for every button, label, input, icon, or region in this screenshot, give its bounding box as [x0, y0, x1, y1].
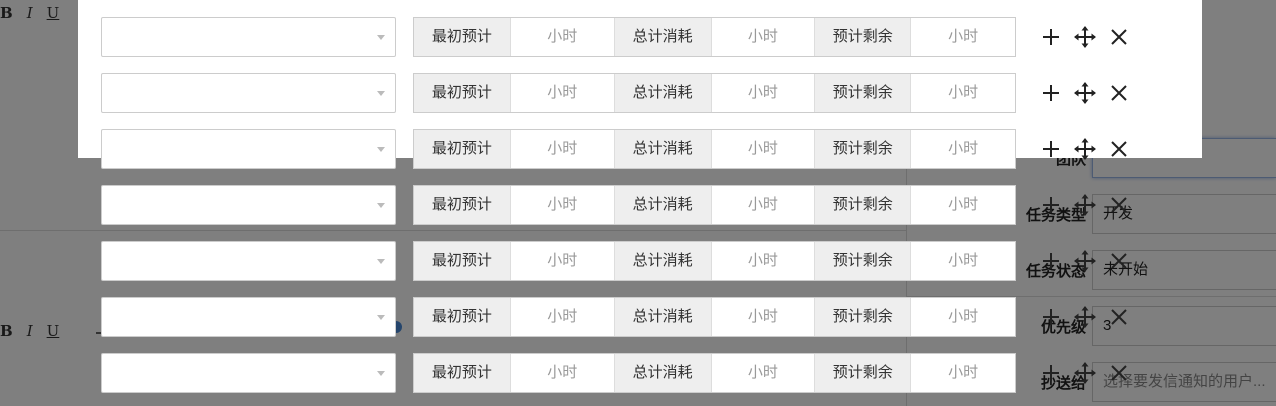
module-select[interactable] — [101, 353, 396, 393]
plus-icon[interactable] — [1038, 304, 1064, 330]
hours-input-group: 最初预计 小时 总计消耗 小时 预计剩余 小时 — [413, 185, 1016, 225]
remaining-label: 预计剩余 — [815, 130, 912, 168]
remaining-label: 预计剩余 — [815, 186, 912, 224]
consumed-input[interactable]: 小时 — [712, 130, 816, 168]
caret-down-icon — [377, 371, 385, 376]
task-row: 最初预计 小时 总计消耗 小时 预计剩余 小时 — [101, 129, 1161, 169]
close-icon[interactable] — [1106, 192, 1132, 218]
caret-down-icon — [377, 315, 385, 320]
row-actions — [1038, 136, 1132, 162]
move-icon[interactable] — [1072, 136, 1098, 162]
close-icon[interactable] — [1106, 304, 1132, 330]
consumed-label: 总计消耗 — [614, 298, 712, 336]
consumed-input[interactable]: 小时 — [712, 74, 816, 112]
row-actions — [1038, 192, 1132, 218]
initial-estimate-label: 最初预计 — [414, 186, 511, 224]
plus-icon[interactable] — [1038, 24, 1064, 50]
consumed-label: 总计消耗 — [614, 354, 712, 392]
task-row: 最初预计 小时 总计消耗 小时 预计剩余 小时 — [101, 185, 1161, 225]
initial-estimate-label: 最初预计 — [414, 242, 511, 280]
plus-icon[interactable] — [1038, 192, 1064, 218]
plus-icon[interactable] — [1038, 248, 1064, 274]
plus-icon[interactable] — [1038, 360, 1064, 386]
move-icon[interactable] — [1072, 80, 1098, 106]
hours-input-group: 最初预计 小时 总计消耗 小时 预计剩余 小时 — [413, 17, 1016, 57]
task-row: 最初预计 小时 总计消耗 小时 预计剩余 小时 — [101, 353, 1161, 393]
move-icon[interactable] — [1072, 24, 1098, 50]
initial-estimate-label: 最初预计 — [414, 298, 511, 336]
caret-down-icon — [377, 147, 385, 152]
remaining-label: 预计剩余 — [815, 18, 912, 56]
row-actions — [1038, 248, 1132, 274]
consumed-input[interactable]: 小时 — [712, 298, 816, 336]
caret-down-icon — [377, 259, 385, 264]
initial-estimate-input[interactable]: 小时 — [511, 242, 615, 280]
hours-input-group: 最初预计 小时 总计消耗 小时 预计剩余 小时 — [413, 241, 1016, 281]
move-icon[interactable] — [1072, 248, 1098, 274]
remaining-label: 预计剩余 — [815, 298, 912, 336]
module-select[interactable] — [101, 129, 396, 169]
task-row: 最初预计 小时 总计消耗 小时 预计剩余 小时 — [101, 297, 1161, 337]
remaining-input[interactable]: 小时 — [911, 298, 1015, 336]
initial-estimate-input[interactable]: 小时 — [511, 186, 615, 224]
consumed-label: 总计消耗 — [614, 242, 712, 280]
consumed-input[interactable]: 小时 — [712, 242, 816, 280]
move-icon[interactable] — [1072, 304, 1098, 330]
consumed-label: 总计消耗 — [614, 130, 712, 168]
consumed-input[interactable]: 小时 — [712, 186, 816, 224]
module-select[interactable] — [101, 185, 396, 225]
module-select[interactable] — [101, 297, 396, 337]
initial-estimate-input[interactable]: 小时 — [511, 298, 615, 336]
close-icon[interactable] — [1106, 80, 1132, 106]
task-row: 最初预计 小时 总计消耗 小时 预计剩余 小时 — [101, 17, 1161, 57]
consumed-input[interactable]: 小时 — [712, 354, 816, 392]
plus-icon[interactable] — [1038, 136, 1064, 162]
remaining-label: 预计剩余 — [815, 242, 912, 280]
caret-down-icon — [377, 35, 385, 40]
consumed-label: 总计消耗 — [614, 74, 712, 112]
initial-estimate-label: 最初预计 — [414, 18, 511, 56]
hours-input-group: 最初预计 小时 总计消耗 小时 预计剩余 小时 — [413, 353, 1016, 393]
close-icon[interactable] — [1106, 360, 1132, 386]
hours-input-group: 最初预计 小时 总计消耗 小时 预计剩余 小时 — [413, 297, 1016, 337]
module-select[interactable] — [101, 241, 396, 281]
row-actions — [1038, 24, 1132, 50]
consumed-label: 总计消耗 — [614, 18, 712, 56]
initial-estimate-label: 最初预计 — [414, 354, 511, 392]
row-actions — [1038, 360, 1132, 386]
row-actions — [1038, 304, 1132, 330]
close-icon[interactable] — [1106, 24, 1132, 50]
initial-estimate-input[interactable]: 小时 — [511, 354, 615, 392]
remaining-input[interactable]: 小时 — [911, 18, 1015, 56]
row-actions — [1038, 80, 1132, 106]
initial-estimate-input[interactable]: 小时 — [511, 18, 615, 56]
move-icon[interactable] — [1072, 192, 1098, 218]
hours-input-group: 最初预计 小时 总计消耗 小时 预计剩余 小时 — [413, 129, 1016, 169]
hours-input-group: 最初预计 小时 总计消耗 小时 预计剩余 小时 — [413, 73, 1016, 113]
initial-estimate-label: 最初预计 — [414, 74, 511, 112]
close-icon[interactable] — [1106, 136, 1132, 162]
consumed-input[interactable]: 小时 — [712, 18, 816, 56]
task-batch-page: B I U B I U 团队 任务类型 开发 — [0, 0, 1276, 406]
module-select[interactable] — [101, 73, 396, 113]
module-select[interactable] — [101, 17, 396, 57]
initial-estimate-input[interactable]: 小时 — [511, 74, 615, 112]
plus-icon[interactable] — [1038, 80, 1064, 106]
initial-estimate-input[interactable]: 小时 — [511, 130, 615, 168]
remaining-input[interactable]: 小时 — [911, 242, 1015, 280]
move-icon[interactable] — [1072, 360, 1098, 386]
task-row: 最初预计 小时 总计消耗 小时 预计剩余 小时 — [101, 73, 1161, 113]
remaining-input[interactable]: 小时 — [911, 74, 1015, 112]
remaining-label: 预计剩余 — [815, 74, 912, 112]
remaining-label: 预计剩余 — [815, 354, 912, 392]
task-row: 最初预计 小时 总计消耗 小时 预计剩余 小时 — [101, 241, 1161, 281]
remaining-input[interactable]: 小时 — [911, 186, 1015, 224]
consumed-label: 总计消耗 — [614, 186, 712, 224]
caret-down-icon — [377, 203, 385, 208]
initial-estimate-label: 最初预计 — [414, 130, 511, 168]
remaining-input[interactable]: 小时 — [911, 130, 1015, 168]
remaining-input[interactable]: 小时 — [911, 354, 1015, 392]
caret-down-icon — [377, 91, 385, 96]
close-icon[interactable] — [1106, 248, 1132, 274]
